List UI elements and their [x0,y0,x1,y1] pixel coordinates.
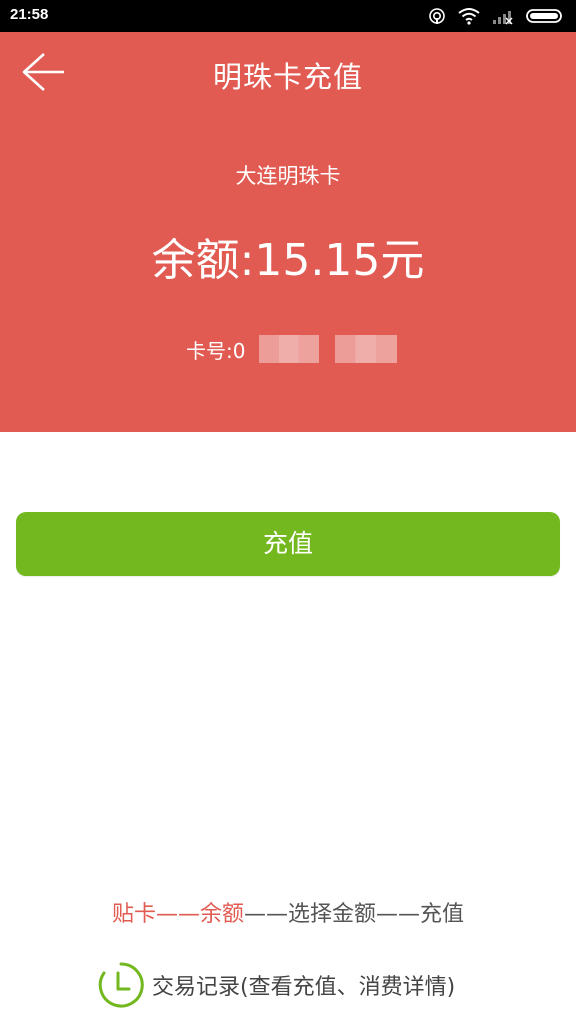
status-time: 21:58 [10,6,49,23]
card-number-label: 卡号:0 [186,338,246,363]
clock-icon [98,962,144,1008]
wifi-icon [458,8,480,25]
battery-icon [526,9,562,23]
recharge-button[interactable]: 充值 [16,512,560,576]
step-rest: ——选择金额——充值 [244,902,465,927]
hotspot-icon [429,8,445,24]
status-icons [428,5,566,27]
signal-icon [493,11,513,25]
transaction-records-label[interactable]: 交易记录(查看充值、消费详情) [152,969,455,1001]
balance-amount: 余额:15.15元 [151,235,425,286]
status-bar: 21:58 [0,0,576,32]
card-number-masked [259,335,320,363]
step-active: 贴卡——余额 [111,902,244,927]
steps-instructions: 贴卡——余额——选择金额——充值 [0,896,576,928]
card-header: 明珠卡充值 大连明珠卡 余额:15.15元 卡号:0 [0,32,576,432]
transaction-records-link[interactable]: 交易记录(查看充值、消费详情) [96,960,455,1010]
card-number: 卡号:0 [186,332,398,366]
card-number-masked [335,335,398,363]
page-title: 明珠卡充值 [212,60,363,94]
card-name: 大连明珠卡 [235,164,341,188]
